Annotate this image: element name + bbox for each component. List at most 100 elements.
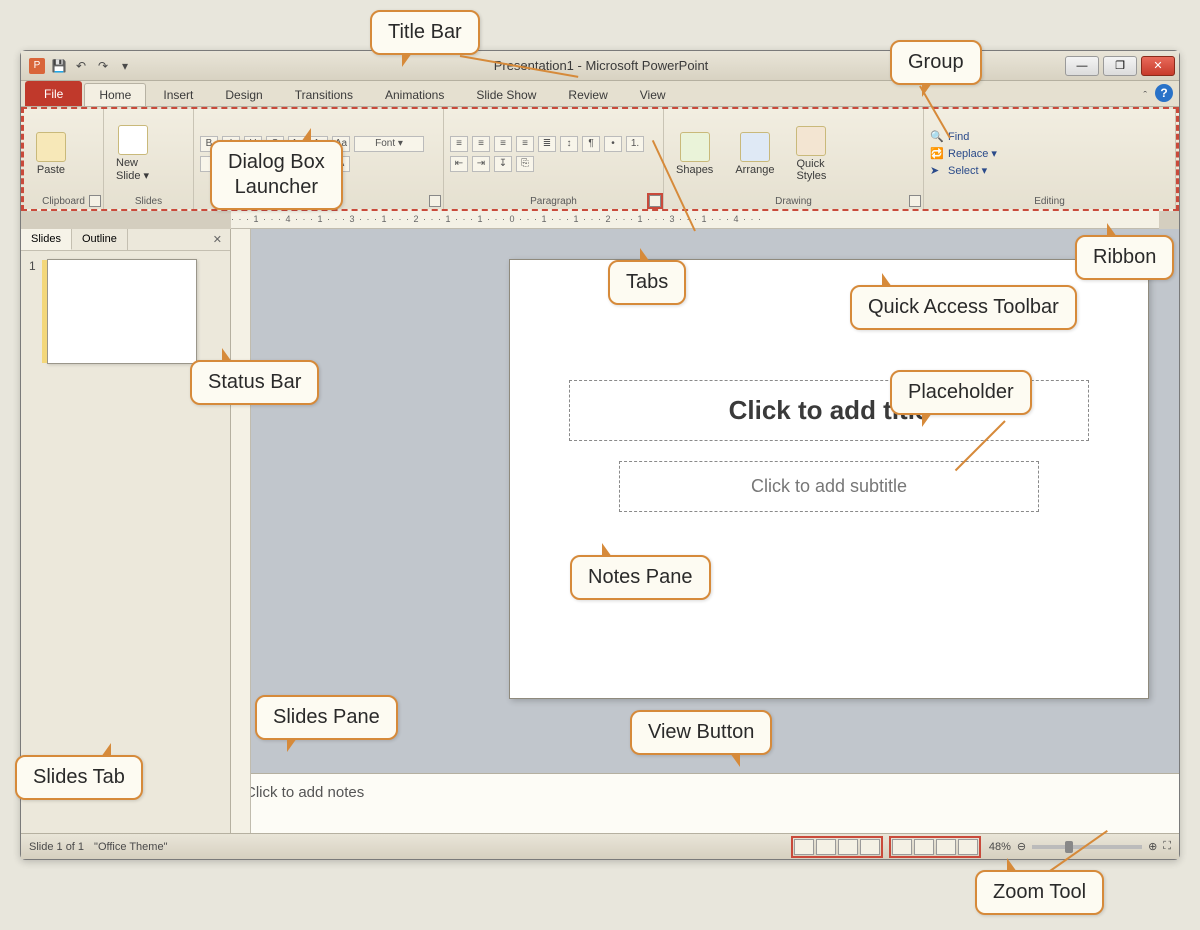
group-label-slides: Slides bbox=[135, 196, 162, 207]
arrange-button[interactable]: Arrange bbox=[729, 130, 780, 178]
group-slides: New Slide ▾ Slides bbox=[104, 109, 194, 209]
tab-transitions[interactable]: Transitions bbox=[280, 83, 368, 106]
ribbon-tabs: File Home Insert Design Transitions Anim… bbox=[21, 81, 1179, 107]
quickstyles-label: Quick Styles bbox=[796, 158, 826, 182]
tab-view[interactable]: View bbox=[625, 83, 681, 106]
panel-tab-slides[interactable]: Slides bbox=[21, 229, 72, 250]
status-bar: Slide 1 of 1 "Office Theme" 48% ⊖ ⊕ ⛶ bbox=[21, 833, 1179, 859]
normal-view-button-2[interactable] bbox=[892, 839, 912, 855]
shapes-label: Shapes bbox=[676, 164, 713, 176]
redo-icon[interactable]: ↷ bbox=[95, 58, 111, 74]
tab-insert[interactable]: Insert bbox=[148, 83, 208, 106]
callout-group: Group bbox=[890, 40, 982, 85]
callout-notes-pane: Notes Pane bbox=[570, 555, 711, 600]
paragraph-controls[interactable]: ≡≡≡≡≣↕¶ •1.⇤⇥↧⎘ bbox=[450, 136, 650, 172]
thumbnail-row: 1 bbox=[21, 251, 230, 372]
callout-view-button: View Button bbox=[630, 710, 772, 755]
callout-placeholder: Placeholder bbox=[890, 370, 1032, 415]
fit-window-button[interactable]: ⛶ bbox=[1163, 840, 1171, 853]
minimize-button[interactable]: — bbox=[1065, 56, 1099, 76]
tab-home[interactable]: Home bbox=[84, 83, 146, 106]
quick-access-toolbar[interactable]: P 💾 ↶ ↷ ▾ bbox=[25, 58, 137, 74]
save-icon[interactable]: 💾 bbox=[51, 58, 67, 74]
panel-tab-outline[interactable]: Outline bbox=[72, 229, 128, 250]
normal-view-button[interactable] bbox=[794, 839, 814, 855]
zoom-out-button[interactable]: ⊖ bbox=[1017, 840, 1026, 853]
vertical-ruler bbox=[231, 229, 251, 833]
app-window: P 💾 ↶ ↷ ▾ Presentation1 - Microsoft Powe… bbox=[20, 50, 1180, 860]
thumb-number: 1 bbox=[29, 259, 41, 364]
shapes-icon bbox=[680, 132, 710, 162]
group-paragraph: ≡≡≡≡≣↕¶ •1.⇤⇥↧⎘ Paragraph bbox=[444, 109, 664, 209]
arrange-icon bbox=[740, 132, 770, 162]
tab-review[interactable]: Review bbox=[553, 83, 622, 106]
slideshow-view-button[interactable] bbox=[860, 839, 880, 855]
dialog-launcher-paragraph[interactable] bbox=[649, 195, 661, 207]
callout-tabs: Tabs bbox=[608, 260, 686, 305]
app-icon: P bbox=[29, 58, 45, 74]
slide-thumbnail[interactable] bbox=[47, 259, 197, 364]
dialog-launcher-clipboard[interactable] bbox=[89, 195, 101, 207]
sorter-view-button-2[interactable] bbox=[914, 839, 934, 855]
quickstyles-button[interactable]: Quick Styles bbox=[790, 124, 832, 184]
subtitle-placeholder[interactable]: Click to add subtitle bbox=[619, 461, 1039, 512]
help-icon[interactable]: ? bbox=[1155, 84, 1173, 102]
replace-button[interactable]: 🔁 Replace ▾ bbox=[930, 147, 997, 161]
quickstyles-icon bbox=[796, 126, 826, 156]
group-label-clipboard: Clipboard bbox=[42, 196, 85, 207]
window-controls: — ❐ ✕ bbox=[1065, 56, 1175, 76]
shapes-button[interactable]: Shapes bbox=[670, 130, 719, 178]
reading-view-button-2[interactable] bbox=[936, 839, 956, 855]
qat-dropdown-icon[interactable]: ▾ bbox=[117, 58, 133, 74]
view-buttons-outer bbox=[891, 838, 979, 856]
callout-slides-pane: Slides Pane bbox=[255, 695, 398, 740]
group-label-paragraph: Paragraph bbox=[530, 196, 577, 207]
tab-animations[interactable]: Animations bbox=[370, 83, 459, 106]
zoom-in-button[interactable]: ⊕ bbox=[1148, 840, 1157, 853]
paste-button[interactable]: Paste bbox=[30, 130, 72, 178]
new-slide-icon bbox=[118, 125, 148, 155]
callout-zoom-tool: Zoom Tool bbox=[975, 870, 1104, 915]
dialog-launcher-font[interactable] bbox=[429, 195, 441, 207]
horizontal-ruler: · · · 1 · · · 4 · · · 1 · · · 3 · · · 1 … bbox=[231, 211, 1159, 229]
sorter-view-button[interactable] bbox=[816, 839, 836, 855]
tab-slideshow[interactable]: Slide Show bbox=[461, 83, 551, 106]
panel-close-icon[interactable]: ✕ bbox=[205, 229, 230, 250]
select-button[interactable]: ➤ Select ▾ bbox=[930, 164, 997, 178]
new-slide-button[interactable]: New Slide ▾ bbox=[110, 123, 155, 184]
ribbon: Paste Clipboard New Slide ▾ Slides BIUSA… bbox=[21, 107, 1179, 211]
select-label: Select ▾ bbox=[948, 164, 987, 177]
panel-tabs: Slides Outline ✕ bbox=[21, 229, 230, 251]
notes-pane[interactable]: Click to add notes bbox=[231, 773, 1179, 833]
undo-icon[interactable]: ↶ bbox=[73, 58, 89, 74]
callout-slides-tab: Slides Tab bbox=[15, 755, 143, 800]
callout-dialog-launcher: Dialog Box Launcher bbox=[210, 140, 343, 210]
group-clipboard: Paste Clipboard bbox=[24, 109, 104, 209]
find-button[interactable]: 🔍 Find bbox=[930, 130, 997, 144]
reading-view-button[interactable] bbox=[838, 839, 858, 855]
maximize-button[interactable]: ❐ bbox=[1103, 56, 1137, 76]
replace-icon: 🔁 bbox=[930, 147, 944, 161]
find-icon: 🔍 bbox=[930, 130, 944, 144]
arrange-label: Arrange bbox=[735, 164, 774, 176]
paste-label: Paste bbox=[37, 164, 65, 176]
zoom-percent[interactable]: 48% bbox=[989, 841, 1011, 853]
slideshow-view-button-2[interactable] bbox=[958, 839, 978, 855]
dialog-launcher-drawing[interactable] bbox=[909, 195, 921, 207]
status-theme: "Office Theme" bbox=[94, 841, 167, 853]
status-slide-count: Slide 1 of 1 bbox=[29, 841, 84, 853]
minimize-ribbon-icon[interactable]: ˆ bbox=[1143, 90, 1147, 102]
group-label-editing: Editing bbox=[1034, 196, 1065, 207]
callout-status-bar: Status Bar bbox=[190, 360, 319, 405]
tab-file[interactable]: File bbox=[25, 81, 82, 106]
select-icon: ➤ bbox=[930, 164, 944, 178]
find-label: Find bbox=[948, 131, 969, 143]
tab-design[interactable]: Design bbox=[210, 83, 277, 106]
new-slide-label: New Slide ▾ bbox=[116, 157, 149, 182]
group-drawing: Shapes Arrange Quick Styles Drawing bbox=[664, 109, 924, 209]
close-button[interactable]: ✕ bbox=[1141, 56, 1175, 76]
callout-qat: Quick Access Toolbar bbox=[850, 285, 1077, 330]
group-label-drawing: Drawing bbox=[775, 196, 812, 207]
replace-label: Replace ▾ bbox=[948, 147, 997, 160]
callout-title-bar: Title Bar bbox=[370, 10, 480, 55]
